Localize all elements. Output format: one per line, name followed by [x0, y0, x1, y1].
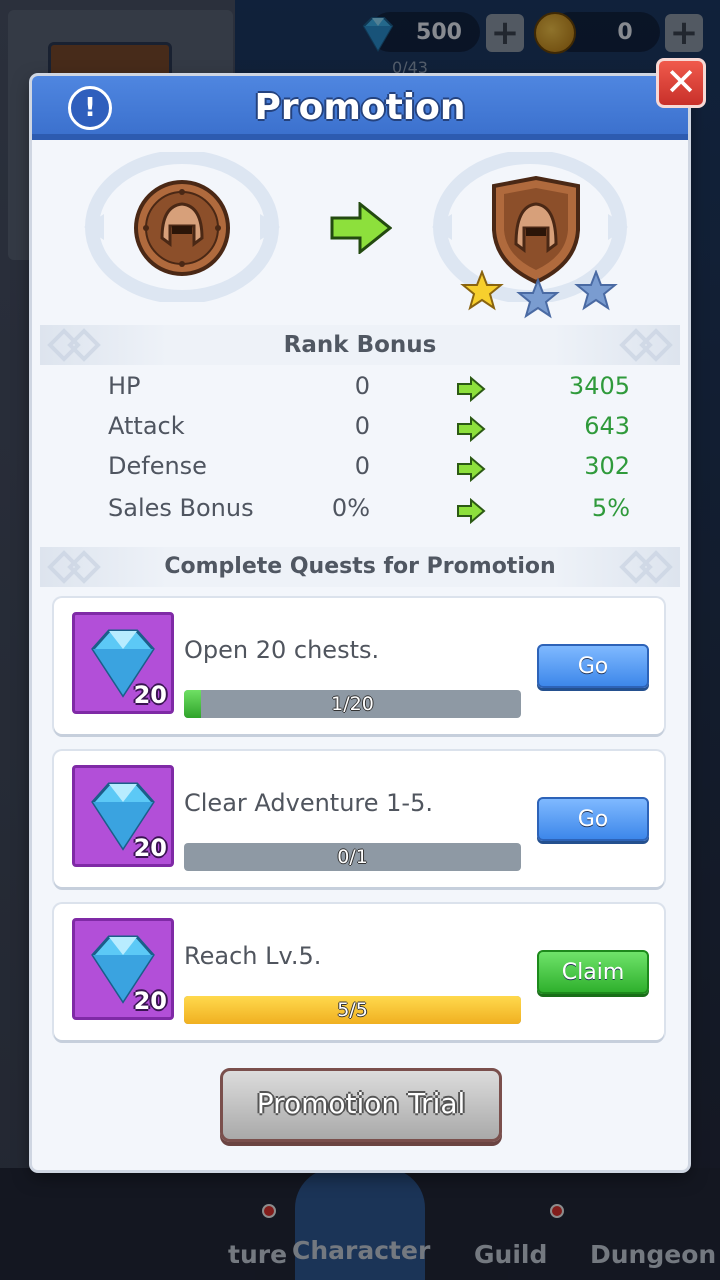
stat-label: HP: [108, 372, 141, 400]
arrow-right-icon: [330, 202, 392, 254]
star-empty-icon: [574, 270, 618, 311]
claim-button[interactable]: Claim: [537, 950, 649, 994]
stat-label: Sales Bonus: [108, 494, 254, 522]
go-button[interactable]: Go: [537, 797, 649, 841]
quest-progress-bar: 0/1: [184, 843, 521, 871]
rank-bonus-banner: Rank Bonus: [40, 325, 680, 365]
star-filled-icon: [460, 270, 504, 311]
stat-next-value: 3405: [568, 372, 630, 400]
reward-count: 20: [133, 834, 167, 862]
banner-ornament-icon: [47, 550, 101, 584]
close-button[interactable]: ✕: [656, 58, 706, 108]
quest-description: Clear Adventure 1-5.: [184, 789, 433, 817]
go-button[interactable]: Go: [537, 644, 649, 688]
stat-current-value: 0: [354, 412, 370, 440]
arrow-right-icon: [457, 498, 486, 524]
stat-label: Defense: [108, 452, 207, 480]
banner-ornament-icon: [47, 328, 101, 362]
rank-bonus-title: Rank Bonus: [283, 332, 437, 358]
quest-card: 20 Clear Adventure 1-5. 0/1 Go: [54, 751, 664, 887]
reward-count: 20: [133, 681, 167, 709]
reward-icon: 20: [72, 765, 174, 867]
stat-next-value: 643: [584, 412, 630, 440]
promotion-trial-button[interactable]: Promotion Trial: [220, 1068, 502, 1142]
reward-icon: 20: [72, 918, 174, 1020]
stat-row-attack: Attack 0 643: [32, 412, 688, 448]
star-empty-icon: [516, 277, 560, 319]
stat-next-value: 5%: [591, 494, 630, 522]
stat-row-sales-bonus: Sales Bonus 0% 5%: [32, 494, 688, 530]
arrow-right-icon: [457, 416, 486, 442]
quest-progress-text: 0/1: [337, 846, 368, 868]
arrow-right-icon: [457, 376, 486, 402]
quest-progress-text: 1/20: [331, 693, 374, 715]
stat-row-hp: HP 0 3405: [32, 372, 688, 408]
stat-current-value: 0: [354, 452, 370, 480]
rank-emblems: [32, 150, 688, 320]
quest-card: 20 Reach Lv.5. 5/5 Claim: [54, 904, 664, 1040]
stat-next-value: 302: [584, 452, 630, 480]
stat-row-defense: Defense 0 302: [32, 452, 688, 488]
quest-progress-text: 5/5: [337, 999, 368, 1021]
stat-current-value: 0%: [331, 494, 370, 522]
quests-title: Complete Quests for Promotion: [164, 554, 556, 579]
quest-description: Open 20 chests.: [184, 636, 380, 664]
banner-ornament-icon: [619, 550, 673, 584]
quest-progress-bar: 5/5: [184, 996, 521, 1024]
arrow-right-icon: [457, 456, 486, 482]
info-icon[interactable]: !: [68, 86, 112, 130]
reward-count: 20: [133, 987, 167, 1015]
reward-icon: 20: [72, 612, 174, 714]
banner-ornament-icon: [619, 328, 673, 362]
quests-banner: Complete Quests for Promotion: [40, 547, 680, 587]
quest-progress-bar: 1/20: [184, 690, 521, 718]
close-icon: ✕: [665, 60, 697, 104]
quest-description: Reach Lv.5.: [184, 942, 322, 970]
rank-stars: [460, 270, 618, 319]
stat-current-value: 0: [354, 372, 370, 400]
stat-label: Attack: [108, 412, 185, 440]
quest-card: 20 Open 20 chests. 1/20 Go: [54, 598, 664, 734]
bronze-helmet-coin-icon: [134, 180, 230, 276]
modal-title: Promotion: [254, 87, 466, 128]
